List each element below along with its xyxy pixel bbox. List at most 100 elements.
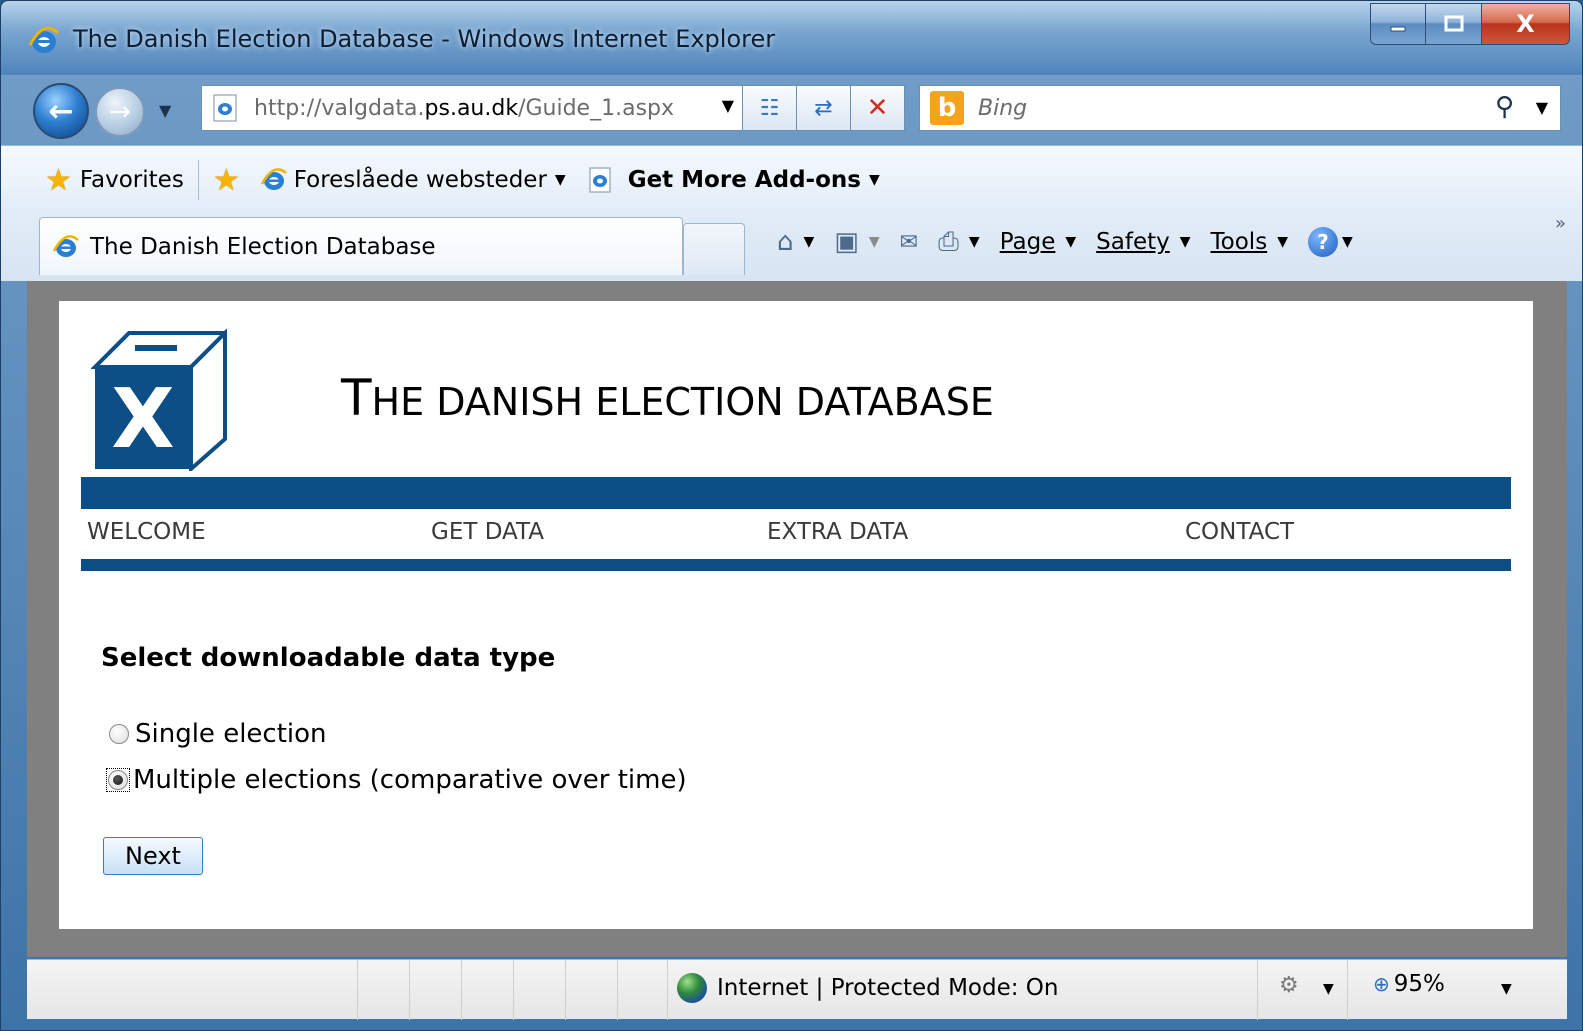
chevron-down-icon: ▼ (1065, 234, 1077, 250)
tab-title: The Danish Election Database (90, 233, 436, 260)
menu-welcome[interactable]: WELCOME (87, 519, 206, 545)
zoom-text: 95% (1393, 971, 1445, 997)
window-title: The Danish Election Database - Windows I… (73, 25, 776, 53)
toolbar-divider (197, 160, 199, 200)
globe-icon (677, 973, 707, 1003)
printer-icon: ⎙ (938, 226, 959, 257)
page-menu[interactable]: Page ▼ (1000, 229, 1076, 255)
address-dropdown-icon[interactable]: ▼ (722, 96, 734, 115)
toolbar-overflow-button[interactable]: » (1555, 213, 1566, 234)
page-ie-icon (213, 94, 237, 122)
home-button[interactable]: ⌂ ▼ (777, 227, 814, 257)
tab-active[interactable]: The Danish Election Database (39, 217, 683, 275)
tools-menu[interactable]: Tools ▼ (1211, 229, 1288, 255)
form-heading: Select downloadable data type (101, 643, 556, 673)
browser-window: The Danish Election Database - Windows I… (0, 0, 1583, 1031)
address-actions: ☷ ⇄ ✕ (743, 85, 905, 131)
menu-get-data[interactable]: GET DATA (431, 519, 544, 545)
chevron-down-icon: ▼ (968, 234, 980, 250)
arrow-left-icon: ← (48, 93, 74, 129)
feeds-button[interactable]: ▣ ▼ (834, 227, 879, 257)
safety-menu[interactable]: Safety ▼ (1096, 229, 1190, 255)
read-mail-button[interactable]: ✉ (900, 230, 918, 255)
get-addons-link[interactable]: Get More Add-ons ▼ (586, 166, 880, 194)
forward-button[interactable]: → (95, 87, 145, 137)
security-zone[interactable]: Internet | Protected Mode: On (677, 973, 1059, 1003)
search-options-dropdown[interactable]: ▼ (1536, 98, 1548, 117)
status-divider (667, 960, 668, 1020)
safety-menu-label: Safety (1096, 229, 1170, 255)
page-menu-label: Page (999, 229, 1056, 255)
stop-icon: ✕ (866, 93, 889, 123)
arrow-right-icon: → (109, 97, 131, 127)
get-addons-label: Get More Add-ons (627, 167, 861, 193)
zoom-dropdown[interactable]: ▼ (1501, 981, 1512, 997)
menu-divider-bar (81, 559, 1511, 571)
stop-button[interactable]: ✕ (851, 85, 905, 131)
site-menu: WELCOME GET DATA EXTRA DATA CONTACT (81, 513, 1511, 557)
status-divider (1347, 960, 1348, 1020)
single-election-radio[interactable] (109, 724, 129, 744)
single-election-label[interactable]: Single election (135, 719, 327, 749)
search-placeholder: Bing (978, 95, 1028, 121)
help-icon: ? (1307, 227, 1338, 257)
refresh-icon: ⇄ (814, 95, 833, 121)
radio-focus-ring (106, 768, 130, 792)
new-tab-button[interactable] (683, 223, 745, 275)
search-box[interactable]: b Bing ⚲ ▼ (919, 85, 1561, 131)
multiple-elections-label[interactable]: Multiple elections (comparative over tim… (133, 765, 687, 795)
favorites-button[interactable]: ★ Favorites (45, 163, 184, 198)
bing-icon: b (930, 91, 964, 125)
close-button[interactable]: X (1482, 3, 1570, 45)
status-divider (513, 960, 514, 1020)
status-divider (617, 960, 618, 1020)
protected-mode-icon[interactable]: ⚙ (1279, 973, 1299, 998)
home-icon: ⌂ (777, 227, 794, 257)
mail-icon: ✉ (899, 229, 919, 255)
page-ie-icon (589, 167, 611, 193)
next-button[interactable]: Next (103, 837, 203, 875)
chevron-down-icon: ▼ (803, 234, 815, 250)
menu-extra-data[interactable]: EXTRA DATA (767, 519, 908, 545)
menu-contact[interactable]: CONTACT (1185, 519, 1294, 545)
zone-text: Internet | Protected Mode: On (717, 975, 1059, 1001)
ie-logo-icon (28, 26, 60, 53)
url-text: http://valgdata.ps.au.dk/Guide_1.aspx (254, 95, 675, 121)
address-bar[interactable]: http://valgdata.ps.au.dk/Guide_1.aspx ▼ (201, 85, 743, 131)
option-multiple-elections[interactable]: Multiple elections (comparative over tim… (106, 765, 687, 795)
option-single-election[interactable]: Single election (109, 719, 327, 749)
status-divider (357, 960, 358, 1020)
minimize-button[interactable] (1370, 3, 1426, 45)
zoom-icon: ⊕ (1373, 972, 1390, 996)
add-to-favorites-button[interactable]: ★ (213, 163, 240, 198)
compatibility-icon: ☷ (759, 95, 780, 121)
rss-icon: ▣ (834, 227, 859, 257)
favorites-bar: ★ Favorites ★ Foreslåede websteder ▼ Get… (1, 145, 1582, 215)
status-divider (461, 960, 462, 1020)
title-bar: The Danish Election Database - Windows I… (1, 1, 1582, 75)
favorites-label: Favorites (79, 167, 184, 193)
recent-pages-dropdown[interactable]: ▼ (159, 101, 171, 120)
chevron-down-icon: ▼ (1179, 234, 1191, 250)
maximize-button[interactable] (1426, 3, 1482, 45)
chevron-down-icon: ▼ (868, 172, 880, 188)
ie-logo-icon (260, 168, 287, 190)
help-menu[interactable]: ? ▼ (1307, 227, 1353, 257)
suggested-sites-link[interactable]: Foreslåede websteder ▼ (260, 166, 566, 194)
print-button[interactable]: ⎙ ▼ (938, 227, 980, 258)
favorites-star-icon: ★ (45, 162, 72, 198)
search-icon[interactable]: ⚲ (1495, 92, 1514, 122)
refresh-button[interactable]: ⇄ (797, 85, 851, 131)
zoom-level[interactable]: ⊕ 95% (1373, 971, 1445, 997)
multiple-elections-radio[interactable] (108, 770, 128, 790)
maximize-icon (1444, 15, 1463, 32)
header-bar (81, 477, 1511, 509)
tools-menu-label: Tools (1210, 229, 1268, 255)
chevron-down-icon: ▼ (868, 234, 880, 250)
compatibility-view-button[interactable]: ☷ (743, 85, 797, 131)
chevron-down-icon[interactable]: ▼ (1323, 981, 1334, 997)
command-bar: ⌂ ▼ ▣ ▼ ✉ ⎙ ▼ Page ▼ Safety ▼ Tools ▼ ? … (777, 219, 1373, 265)
back-button[interactable]: ← (33, 83, 89, 139)
chevron-down-icon: ▼ (554, 172, 566, 188)
suggested-sites-label: Foreslåede websteder (293, 167, 547, 193)
